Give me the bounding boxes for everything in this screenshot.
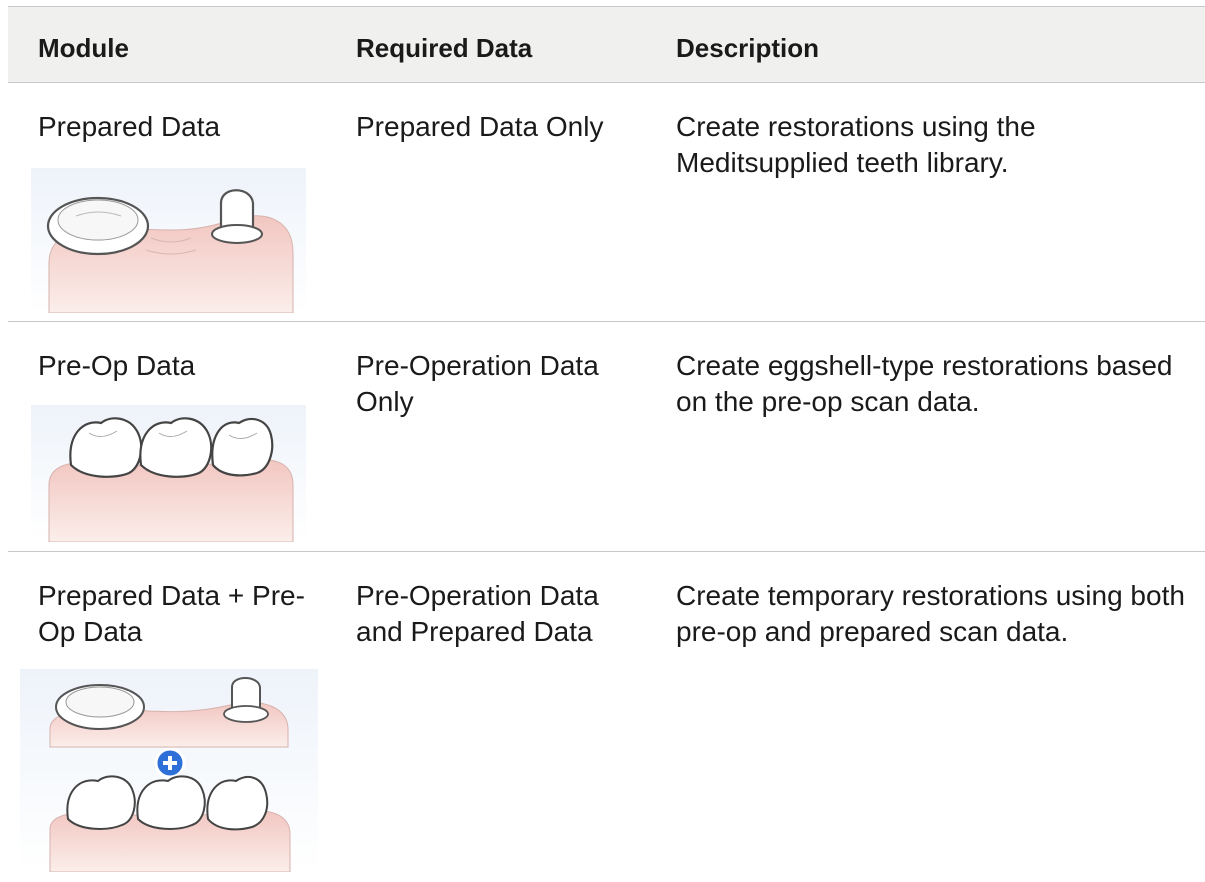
required-data: Prepared Data Only: [356, 111, 604, 142]
required-data: Pre-Operation Data and Prepared Data: [356, 580, 599, 647]
combined-teeth-illustration: [20, 669, 318, 872]
module-name: Prepared Data: [38, 111, 221, 142]
table-row: Prepared Data Prepared Data Only Create …: [8, 83, 1205, 322]
prepared-teeth-illustration: [31, 168, 306, 313]
table-row: Prepared Data + Pre-Op Data Pre-Operatio…: [8, 552, 1205, 882]
table-header: Module Required Data Description: [8, 6, 1205, 83]
table-row: Pre-Op Data Pre-Operation Data Only Crea…: [8, 322, 1205, 552]
required-data: Pre-Operation Data Only: [356, 350, 599, 417]
header-required-data: Required Data: [356, 33, 533, 63]
module-name: Pre-Op Data: [38, 350, 196, 381]
module-name: Prepared Data + Pre-Op Data: [38, 580, 305, 647]
description: Create eggshell-type restorations based …: [676, 350, 1173, 417]
header-description: Description: [676, 33, 820, 63]
description: Create temporary restorations using both…: [676, 580, 1185, 647]
preop-teeth-illustration: [31, 405, 306, 542]
module-table: Module Required Data Description Prepare…: [8, 6, 1205, 882]
description: Create restorations using the Meditsuppl…: [676, 111, 1036, 178]
header-module: Module: [38, 33, 129, 63]
